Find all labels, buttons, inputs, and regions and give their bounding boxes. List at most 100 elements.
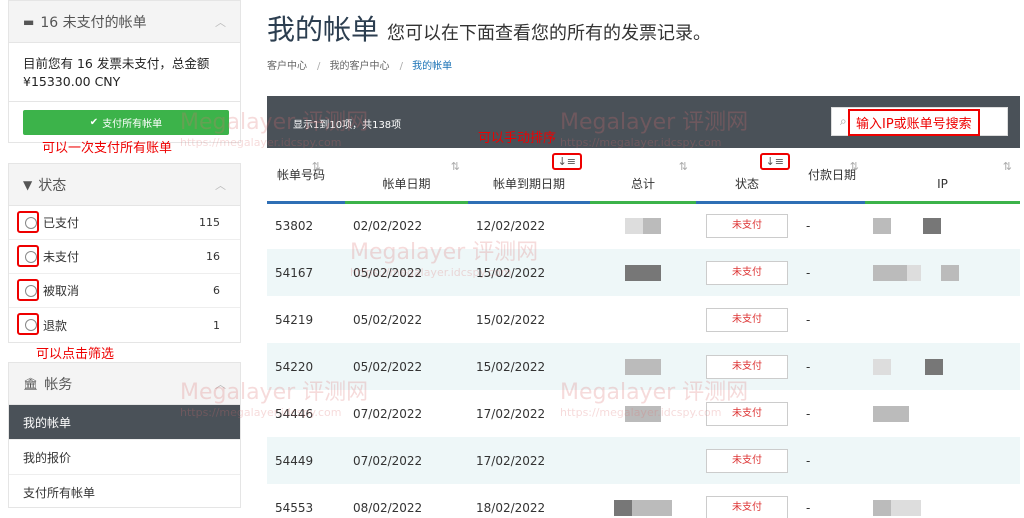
annotation-pay-all: 可以一次支付所有账单 <box>42 141 173 156</box>
status-badge: 未支付 <box>706 401 788 426</box>
status-badge: 未支付 <box>706 214 788 239</box>
sort-ascending-icon[interactable]: ↓≡ <box>551 153 582 170</box>
radio-button[interactable] <box>25 319 37 331</box>
radio-button[interactable] <box>25 250 37 263</box>
table-row[interactable]: 54167 05/02/2022 15/02/2022 未支付 - <box>267 249 1020 296</box>
cell-ip <box>865 202 1020 249</box>
status-filter-refunded[interactable]: 退款 1 <box>9 308 240 342</box>
invoice-table: 帐单号码 ⇅ 帐单日期 ⇅ 帐单到期日期 ↓≡ 总计 ⇅ 状态 ↓≡ 付款日期 … <box>267 150 1020 518</box>
cell-total <box>590 484 696 518</box>
cell-status: 未支付 <box>696 343 798 390</box>
cell-ip <box>865 437 1020 484</box>
cell-due: 12/02/2022 <box>468 202 590 249</box>
chevron-up-icon[interactable]: ︿ <box>215 177 226 193</box>
cell-paid-date: - <box>798 296 865 343</box>
cell-id[interactable]: 54219 <box>267 296 345 343</box>
sort-icon[interactable]: ⇅ <box>312 160 321 173</box>
cell-ip <box>865 484 1020 518</box>
chevron-up-icon[interactable]: ︿ <box>215 14 226 30</box>
column-header-status[interactable]: 状态 ↓≡ <box>696 150 798 204</box>
cell-id[interactable]: 54553 <box>267 484 345 518</box>
column-header-id[interactable]: 帐单号码 ⇅ <box>267 150 345 204</box>
table-row[interactable]: 53802 02/02/2022 12/02/2022 未支付 - <box>267 202 1020 249</box>
annotation-sort: 可以手动排序 <box>478 131 557 146</box>
account-item-my-bills[interactable]: 我的帐单 <box>9 405 240 440</box>
filter-icon: ▼ <box>23 177 33 192</box>
column-header-date[interactable]: 帐单日期 ⇅ <box>345 150 468 204</box>
cell-paid-date: - <box>798 343 865 390</box>
unpaid-panel: ▬ 16 未支付的帐单 ︿ 目前您有 16 发票未支付，总金额 ¥15330.0… <box>8 0 241 143</box>
cell-due: 17/02/2022 <box>468 437 590 484</box>
cell-id[interactable]: 54446 <box>267 390 345 437</box>
status-filter-unpaid[interactable]: 未支付 16 <box>9 240 240 274</box>
cell-id[interactable]: 53802 <box>267 202 345 249</box>
column-header-paid-date[interactable]: 付款日期 ⇅ <box>798 150 865 204</box>
cell-date: 05/02/2022 <box>345 343 468 390</box>
cell-paid-date: - <box>798 484 865 518</box>
breadcrumb-item[interactable]: 我的客户中心 <box>330 61 390 72</box>
cell-id[interactable]: 54220 <box>267 343 345 390</box>
status-badge: 未支付 <box>706 354 788 379</box>
search-input[interactable]: ⌕ 输入IP或账单号搜索 <box>831 107 1008 136</box>
status-count: 115 <box>199 216 220 229</box>
radio-button[interactable] <box>25 216 37 229</box>
cell-ip <box>865 249 1020 296</box>
table-row[interactable]: 54220 05/02/2022 15/02/2022 未支付 - <box>267 343 1020 390</box>
cell-date: 02/02/2022 <box>345 202 468 249</box>
status-count: 1 <box>213 318 220 332</box>
radio-button[interactable] <box>25 284 37 297</box>
cell-id[interactable]: 54167 <box>267 249 345 296</box>
status-filter-paid[interactable]: 已支付 115 <box>9 206 240 240</box>
cell-id[interactable]: 54449 <box>267 437 345 484</box>
cell-ip <box>865 390 1020 437</box>
cell-date: 07/02/2022 <box>345 437 468 484</box>
cell-due: 15/02/2022 <box>468 343 590 390</box>
unpaid-panel-header[interactable]: ▬ 16 未支付的帐单 ︿ <box>9 1 240 43</box>
table-row[interactable]: 54219 05/02/2022 15/02/2022 未支付 - <box>267 296 1020 343</box>
annotation-search: 输入IP或账单号搜索 <box>848 109 980 136</box>
column-header-due-date[interactable]: 帐单到期日期 ↓≡ <box>468 150 590 204</box>
account-panel-title: 帐务 <box>44 376 73 393</box>
cell-due: 15/02/2022 <box>468 249 590 296</box>
chevron-up-icon[interactable]: ︿ <box>215 376 226 392</box>
cell-due: 15/02/2022 <box>468 296 590 343</box>
annotation-filter: 可以点击筛选 <box>36 347 115 362</box>
sort-descending-icon[interactable]: ↓≡ <box>759 153 790 170</box>
page-title: 我的帐单 <box>267 13 380 46</box>
breadcrumb-item[interactable]: 客户中心 <box>267 61 307 72</box>
account-panel-header[interactable]: 🏛 帐务 ︿ <box>9 363 240 405</box>
status-filter-cancelled[interactable]: 被取消 6 <box>9 274 240 308</box>
account-panel: 🏛 帐务 ︿ 我的帐单 我的报价 支付所有帐单 <box>8 362 241 508</box>
status-panel-title: 状态 <box>38 177 67 194</box>
cell-paid-date: - <box>798 249 865 296</box>
cell-status: 未支付 <box>696 296 798 343</box>
cell-status: 未支付 <box>696 390 798 437</box>
cell-status: 未支付 <box>696 202 798 249</box>
status-label: 未支付 <box>43 250 80 264</box>
cell-total <box>590 202 696 249</box>
status-badge: 未支付 <box>706 260 788 285</box>
cell-date: 05/02/2022 <box>345 296 468 343</box>
sort-icon[interactable]: ⇅ <box>451 160 460 173</box>
sort-icon[interactable]: ⇅ <box>679 160 688 173</box>
cell-status: 未支付 <box>696 437 798 484</box>
status-panel-header[interactable]: ▼ 状态 ︿ <box>9 164 240 206</box>
account-item-my-quotes[interactable]: 我的报价 <box>9 440 240 475</box>
page-header: 我的帐单 您可以在下面查看您的所有的发票记录。 <box>267 8 711 48</box>
sort-icon[interactable]: ⇅ <box>1003 160 1012 173</box>
status-badge: 未支付 <box>706 307 788 332</box>
sort-icon[interactable]: ⇅ <box>850 160 859 173</box>
pay-all-button[interactable]: ✔ 支付所有帐单 <box>23 110 229 135</box>
cell-total <box>590 437 696 484</box>
column-header-total[interactable]: 总计 ⇅ <box>590 150 696 204</box>
table-header-row: 帐单号码 ⇅ 帐单日期 ⇅ 帐单到期日期 ↓≡ 总计 ⇅ 状态 ↓≡ 付款日期 … <box>267 150 1020 204</box>
cell-status: 未支付 <box>696 249 798 296</box>
table-row[interactable]: 54553 08/02/2022 18/02/2022 未支付 - <box>267 484 1020 518</box>
breadcrumb-current: 我的帐单 <box>412 61 453 72</box>
cell-ip <box>865 296 1020 343</box>
table-toolbar: 显示1到10项，共138项 ⌕ 输入IP或账单号搜索 <box>267 96 1020 148</box>
table-row[interactable]: 54449 07/02/2022 17/02/2022 未支付 - <box>267 437 1020 484</box>
account-item-pay-all[interactable]: 支付所有帐单 <box>9 475 240 510</box>
column-header-ip[interactable]: IP ⇅ <box>865 150 1020 204</box>
table-row[interactable]: 54446 07/02/2022 17/02/2022 未支付 - <box>267 390 1020 437</box>
